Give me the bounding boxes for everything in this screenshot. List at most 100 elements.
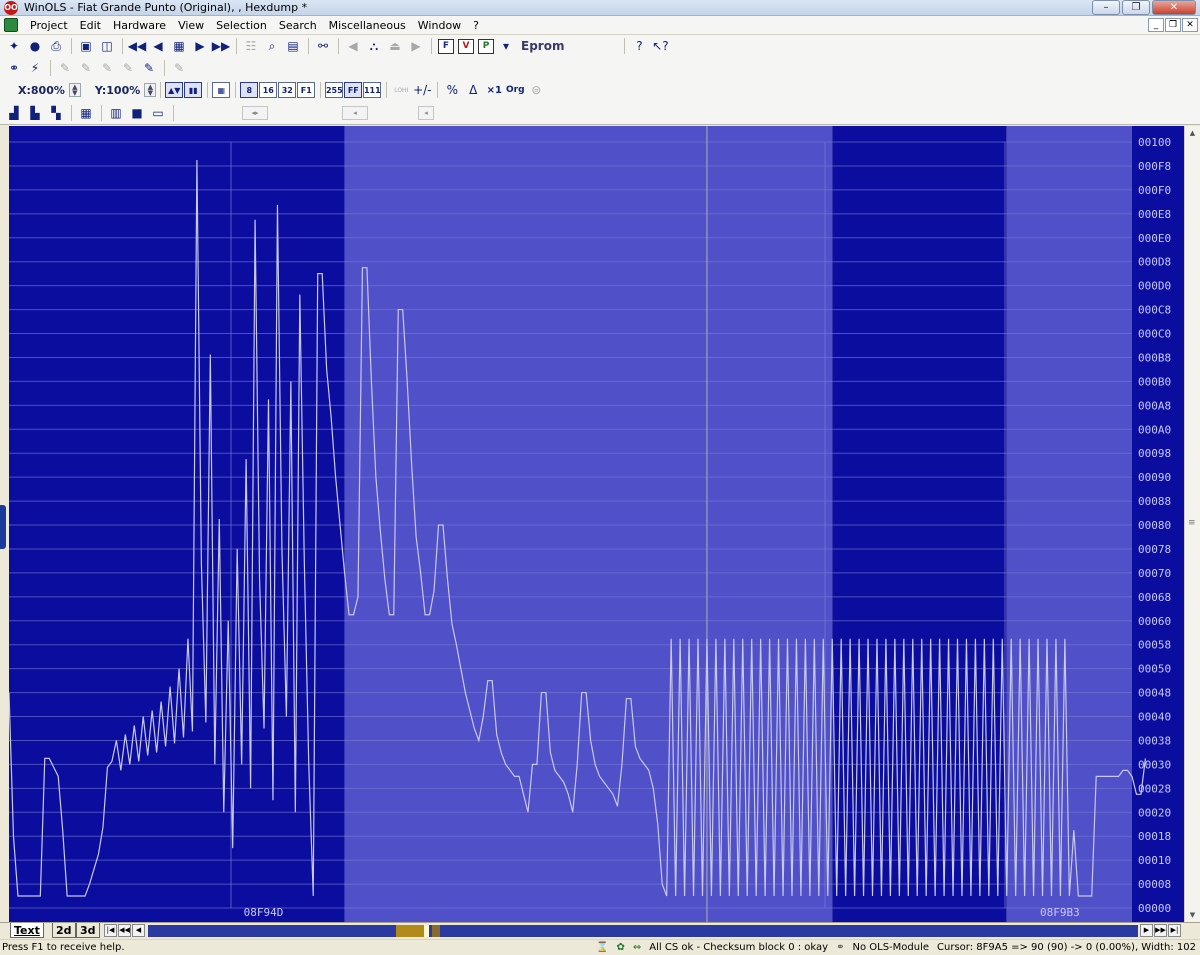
mdi-minimize-button[interactable]: _ [1148, 18, 1164, 32]
binary-button[interactable]: 111 [363, 82, 382, 98]
book-icon[interactable]: ▤ [283, 37, 303, 55]
verify-icon[interactable]: ✎ [118, 59, 138, 77]
width-spinner[interactable]: ◂ [418, 106, 434, 120]
block-icon[interactable]: ■ [127, 104, 147, 122]
bits-8-button[interactable]: 8 [240, 82, 259, 98]
chevron-down-icon[interactable]: ▾ [496, 37, 516, 55]
fast-back-icon[interactable]: ◀◀ [118, 924, 131, 937]
mdi-restore-button[interactable]: ❐ [1165, 18, 1181, 32]
p-button[interactable]: P [478, 38, 494, 54]
columns-icon[interactable]: ▥ [106, 104, 126, 122]
back-icon[interactable]: ◀ [132, 924, 145, 937]
last-map-icon[interactable]: ▶▶ [211, 37, 231, 55]
scroll-thumb[interactable] [424, 925, 429, 937]
window-new-icon[interactable]: ▣ [76, 37, 96, 55]
previous-map-icon[interactable]: ◀ [148, 37, 168, 55]
maximize-button[interactable]: ❐ [1122, 0, 1150, 15]
program-icon[interactable]: ✎ [139, 59, 159, 77]
context-help-icon[interactable]: ↖? [650, 37, 670, 55]
bits-32-button[interactable]: 32 [278, 82, 297, 98]
close-button[interactable]: ✕ [1152, 0, 1196, 15]
find-icon[interactable]: ⌕ [262, 37, 282, 55]
menu-selection[interactable]: Selection [210, 16, 273, 35]
side-panel-toggle[interactable] [0, 505, 6, 549]
damos-icon[interactable]: ⛬ [364, 37, 384, 55]
next-map-icon[interactable]: ▶ [190, 37, 210, 55]
scroll-grip[interactable]: ≡ [1188, 518, 1196, 528]
original-compare-icon[interactable]: ⊜ [526, 81, 546, 99]
x-zoom-spinner[interactable]: ▲ ▼ [68, 83, 81, 97]
first-page-icon[interactable]: |◀ [104, 924, 117, 937]
menu-hardware[interactable]: Hardware [107, 16, 172, 35]
delta-icon[interactable]: Δ [463, 81, 483, 99]
hardware-info-icon[interactable]: ✎ [169, 59, 189, 77]
menu-project[interactable]: Project [24, 16, 74, 35]
horizontal-scrollbar[interactable] [148, 925, 1138, 937]
offset-spinner[interactable]: ◂ [342, 106, 368, 120]
minimize-button[interactable]: – [1092, 0, 1120, 15]
graph-view-icon[interactable]: ▲▼ [165, 82, 184, 98]
menu-edit[interactable]: Edit [74, 16, 107, 35]
window-split-icon[interactable]: ◫ [97, 37, 117, 55]
menu-miscellaneous[interactable]: Miscellaneous [323, 16, 412, 35]
color-icon[interactable]: ▦ [76, 104, 96, 122]
toolbar-separator [338, 38, 339, 54]
bits-16-button[interactable]: 16 [259, 82, 278, 98]
select-tool-icon[interactable]: ▙ [25, 104, 45, 122]
f-button[interactable]: F [438, 38, 454, 54]
menu-help[interactable]: ? [467, 16, 485, 35]
column-spinner[interactable]: ◂▸ [242, 106, 268, 120]
ols-app-icon[interactable]: OO [4, 1, 18, 15]
forward-icon[interactable]: ▶ [1140, 924, 1153, 937]
open-project-icon[interactable]: ● [25, 37, 45, 55]
graph-view[interactable]: 00100 000F8 000F0 000E8 000E0 000D8 000D0 000C8… [0, 126, 1184, 922]
select-tool-2-icon[interactable]: ▚ [46, 104, 66, 122]
tab-text[interactable]: Text [10, 923, 44, 938]
forward-icon[interactable]: ▶ [406, 37, 426, 55]
compare-icon[interactable]: ⚯ [313, 37, 333, 55]
vertical-scrollbar[interactable]: ▲ ≡ ▼ [1184, 126, 1200, 922]
scroll-up-arrow[interactable]: ▲ [1185, 126, 1200, 140]
tab-2d[interactable]: 2d [52, 923, 76, 938]
decimal-button[interactable]: 255 [325, 82, 344, 98]
print-icon[interactable]: ⎙ [46, 37, 66, 55]
sign-icon[interactable]: +/- [412, 81, 432, 99]
menu-window[interactable]: Window [412, 16, 467, 35]
lohi-button[interactable]: LOHI [391, 81, 411, 99]
erase-icon[interactable]: ✎ [97, 59, 117, 77]
percent-icon[interactable]: % [442, 81, 462, 99]
eprom-label[interactable]: Eprom [521, 39, 564, 53]
help-icon[interactable]: ? [629, 37, 649, 55]
tab-3d[interactable]: 3d [76, 923, 100, 938]
region-band [9, 126, 345, 922]
hex-button[interactable]: FF [344, 82, 363, 98]
line-chart[interactable]: 00100 000F8 000F0 000E8 000E0 000D8 000D0 000C8… [9, 126, 1184, 922]
write-icon[interactable]: ✎ [76, 59, 96, 77]
y-tick-label: 000F8 [1138, 160, 1171, 173]
new-project-icon[interactable]: ✦ [4, 37, 24, 55]
float-button[interactable]: F1 [297, 82, 316, 98]
bar-view-icon[interactable]: ▮▮ [184, 82, 203, 98]
v-button[interactable]: V [458, 38, 474, 54]
plug-icon[interactable]: ⚡ [25, 59, 45, 77]
link-icon[interactable]: ⚭ [4, 59, 24, 77]
menu-view[interactable]: View [172, 16, 210, 35]
map-list-icon[interactable]: ▦ [169, 37, 189, 55]
original-button[interactable]: Org [505, 81, 525, 99]
menu-search[interactable]: Search [273, 16, 323, 35]
first-map-icon[interactable]: ◀◀ [127, 37, 147, 55]
select-map-icon[interactable]: ▟ [4, 104, 24, 122]
back-icon[interactable]: ◀ [343, 37, 363, 55]
scroll-down-arrow[interactable]: ▼ [1185, 908, 1200, 922]
y-zoom-spinner[interactable]: ▲ ▼ [144, 83, 157, 97]
project-menu-icon[interactable] [4, 18, 18, 32]
mdi-close-button[interactable]: ✕ [1182, 18, 1198, 32]
read-icon[interactable]: ✎ [55, 59, 75, 77]
upload-icon[interactable]: ⏏ [385, 37, 405, 55]
tree-view-icon[interactable]: ☷ [241, 37, 261, 55]
last-page-icon[interactable]: ▶| [1168, 924, 1181, 937]
width-icon[interactable]: ▭ [148, 104, 168, 122]
grid-view-icon[interactable]: ▦ [212, 82, 231, 98]
factor-button[interactable]: ×1 [484, 81, 504, 99]
fast-forward-icon[interactable]: ▶▶ [1154, 924, 1167, 937]
